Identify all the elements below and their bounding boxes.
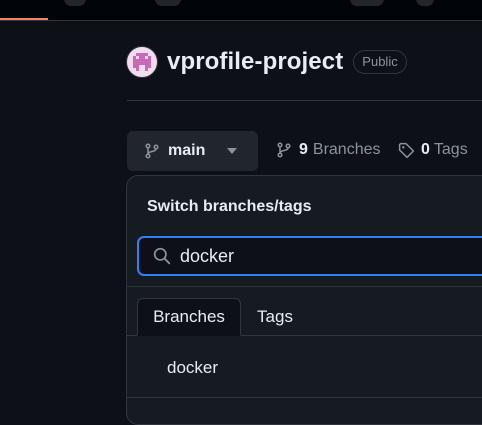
tags-link[interactable]: 0 Tags bbox=[398, 141, 468, 159]
triangle-down-icon bbox=[227, 148, 237, 154]
header-divider bbox=[127, 100, 482, 101]
current-branch-label: main bbox=[168, 142, 206, 159]
tag-icon bbox=[398, 142, 415, 158]
nav-tab-icon[interactable] bbox=[64, 0, 86, 6]
branches-link[interactable]: 9 Branches bbox=[276, 141, 381, 159]
repo-name[interactable]: vprofile-project bbox=[167, 48, 343, 76]
tab-tags[interactable]: Tags bbox=[245, 298, 305, 336]
branch-list-item[interactable]: docker bbox=[167, 358, 218, 378]
nav-tab-icon[interactable] bbox=[416, 0, 434, 6]
repo-header: vprofile-project Public bbox=[126, 44, 407, 80]
branch-switcher-dropdown: Switch branches/tags Branches Tags docke… bbox=[126, 175, 482, 425]
tags-label: Tags bbox=[433, 141, 468, 158]
top-nav-bar bbox=[0, 0, 482, 21]
tab-branches[interactable]: Branches bbox=[137, 298, 241, 336]
active-tab-underline bbox=[0, 18, 48, 20]
search-icon bbox=[153, 247, 171, 265]
dropdown-title: Switch branches/tags bbox=[147, 198, 312, 215]
nav-tab-icon[interactable] bbox=[350, 0, 384, 6]
dropdown-divider bbox=[127, 286, 482, 287]
identicon-icon bbox=[133, 53, 151, 71]
branches-count: 9 bbox=[299, 141, 308, 158]
visibility-badge: Public bbox=[353, 50, 407, 74]
nav-tab-icon[interactable] bbox=[155, 0, 181, 6]
branch-select-button[interactable]: main bbox=[127, 131, 258, 171]
branches-label: Branches bbox=[312, 141, 381, 158]
list-divider bbox=[127, 397, 482, 398]
branch-search-field[interactable] bbox=[137, 236, 482, 276]
tags-count: 0 bbox=[421, 141, 430, 158]
git-branch-icon bbox=[145, 143, 159, 159]
avatar[interactable] bbox=[126, 46, 158, 78]
git-branch-icon bbox=[277, 142, 291, 158]
branch-search-input[interactable] bbox=[180, 245, 380, 267]
